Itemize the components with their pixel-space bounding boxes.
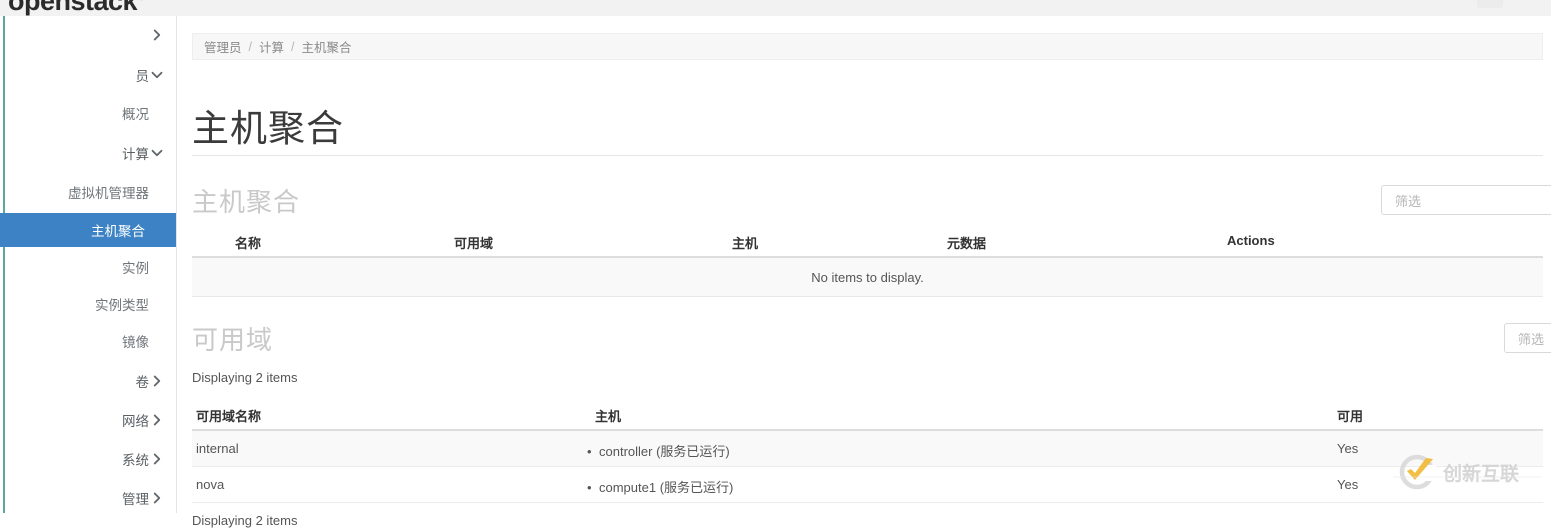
bullet-icon: • xyxy=(587,480,592,495)
chevron-right-icon[interactable] xyxy=(151,375,163,387)
sidebar-item-2[interactable]: 概况 xyxy=(0,96,176,130)
sidebar-item-9[interactable]: 卷 xyxy=(0,364,176,398)
availability-zones-table-header: 可用域名称 主机 可用 xyxy=(192,399,1543,431)
sidebar-item-label: 主机聚合 xyxy=(91,224,145,239)
page-title: 主机聚合 xyxy=(192,107,344,149)
main-content: 管理员 / 计算 / 主机聚合 主机聚合 主机聚合 ✚ 创建主机聚合 名称 可用… xyxy=(177,16,1551,528)
column-header-zone[interactable]: 可用域 xyxy=(454,233,493,252)
column-header-az-available[interactable]: 可用 xyxy=(1337,406,1363,425)
availability-zones-panel-heading: 可用域 xyxy=(192,325,274,355)
openstack-logo[interactable]: openstack® xyxy=(8,0,147,16)
cell-az-hosts: • controller (服务已运行) xyxy=(587,441,730,460)
sidebar-item-8[interactable]: 镜像 xyxy=(0,324,176,358)
availability-zones-count-top: Displaying 2 items xyxy=(192,370,298,385)
chevron-right-icon[interactable] xyxy=(151,414,163,426)
breadcrumb-separator: / xyxy=(291,39,295,54)
sidebar-item-label: 管理 xyxy=(122,492,149,507)
sidebar-item-11[interactable]: 系统 xyxy=(0,442,176,476)
chevron-down-icon[interactable] xyxy=(151,69,163,81)
sidebar-item-1[interactable]: 员 xyxy=(0,58,176,92)
sidebar-item-label: 镜像 xyxy=(122,335,149,350)
brand-trademark: ® xyxy=(137,0,147,3)
table-row[interactable]: nova • compute1 (服务已运行) Yes xyxy=(192,467,1543,503)
breadcrumb-item-2: 主机聚合 xyxy=(301,41,352,55)
sidebar-item-label: 系统 xyxy=(122,453,149,468)
cell-az-host-text: controller (服务已运行) xyxy=(599,444,730,459)
column-header-az-name[interactable]: 可用域名称 xyxy=(196,406,261,425)
chevron-right-icon[interactable] xyxy=(151,29,163,41)
aggregates-table-header: 名称 可用域 主机 元数据 Actions xyxy=(192,226,1543,258)
sidebar-item-label: 卷 xyxy=(135,375,150,390)
breadcrumb-separator: / xyxy=(248,39,252,54)
sidebar-item-label: 虚拟机管理器 xyxy=(68,186,149,201)
sidebar-item-label: 计算 xyxy=(122,147,149,162)
cell-az-hosts: • compute1 (服务已运行) xyxy=(587,477,733,496)
column-header-metadata[interactable]: 元数据 xyxy=(947,233,986,252)
cell-az-available: Yes xyxy=(1337,441,1359,456)
bullet-icon: • xyxy=(587,444,592,459)
column-header-name[interactable]: 名称 xyxy=(235,233,261,252)
user-menu-button[interactable] xyxy=(1477,0,1503,8)
availability-zones-filter-input[interactable] xyxy=(1516,324,1551,354)
sidebar: 员概况计算虚拟机管理器主机聚合实例实例类型镜像卷网络系统管理 xyxy=(0,16,177,513)
availability-zones-count-bottom: Displaying 2 items xyxy=(192,513,298,528)
cell-az-available: Yes xyxy=(1337,477,1359,492)
empty-message: No items to display. xyxy=(811,269,924,285)
sidebar-item-12[interactable]: 管理 xyxy=(0,481,176,515)
brand-text: openstack xyxy=(8,0,138,16)
aggregates-filter[interactable] xyxy=(1381,185,1551,216)
cell-az-name: nova xyxy=(196,477,225,492)
cell-az-name: internal xyxy=(196,441,239,456)
cell-az-host-text: compute1 (服务已运行) xyxy=(599,480,734,495)
sidebar-item-4[interactable]: 虚拟机管理器 xyxy=(0,175,176,209)
sidebar-item-label: 实例 xyxy=(122,261,149,276)
table-row[interactable]: internal • controller (服务已运行) Yes xyxy=(192,431,1543,467)
sidebar-item-3[interactable]: 计算 xyxy=(0,136,176,170)
aggregates-table: 名称 可用域 主机 元数据 Actions No items to displa… xyxy=(192,226,1543,297)
column-header-hosts[interactable]: 主机 xyxy=(732,233,758,252)
chevron-right-icon[interactable] xyxy=(151,453,163,465)
availability-zones-table: 可用域名称 主机 可用 internal • controller (服务已运行) Y… xyxy=(192,399,1543,503)
sidebar-item-6[interactable]: 实例 xyxy=(0,250,176,284)
aggregates-filter-input[interactable] xyxy=(1393,186,1551,216)
sidebar-item-7[interactable]: 实例类型 xyxy=(0,287,176,321)
sidebar-item-10[interactable]: 网络 xyxy=(0,403,176,437)
column-header-az-hosts[interactable]: 主机 xyxy=(595,406,621,425)
availability-zones-filter[interactable] xyxy=(1504,323,1551,354)
sidebar-item-label: 实例类型 xyxy=(95,298,149,313)
aggregates-panel-heading: 主机聚合 xyxy=(192,187,301,217)
title-divider xyxy=(192,155,1543,156)
chevron-right-icon[interactable] xyxy=(151,492,163,504)
sidebar-item-blank-0[interactable] xyxy=(0,18,176,52)
breadcrumb: 管理员 / 计算 / 主机聚合 xyxy=(192,33,1543,60)
sidebar-item-label: 概况 xyxy=(122,107,149,122)
breadcrumb-item-1[interactable]: 计算 xyxy=(259,37,284,56)
chevron-down-icon[interactable] xyxy=(151,147,163,159)
top-bar: openstack® xyxy=(0,0,1551,17)
breadcrumb-item-0[interactable]: 管理员 xyxy=(204,37,242,56)
column-header-actions: Actions xyxy=(1227,233,1275,248)
sidebar-item-label: 网络 xyxy=(122,414,149,429)
sidebar-item-label: 员 xyxy=(135,69,150,84)
sidebar-item-5[interactable]: 主机聚合 xyxy=(0,213,176,247)
aggregates-empty-row: No items to display. xyxy=(192,258,1543,297)
